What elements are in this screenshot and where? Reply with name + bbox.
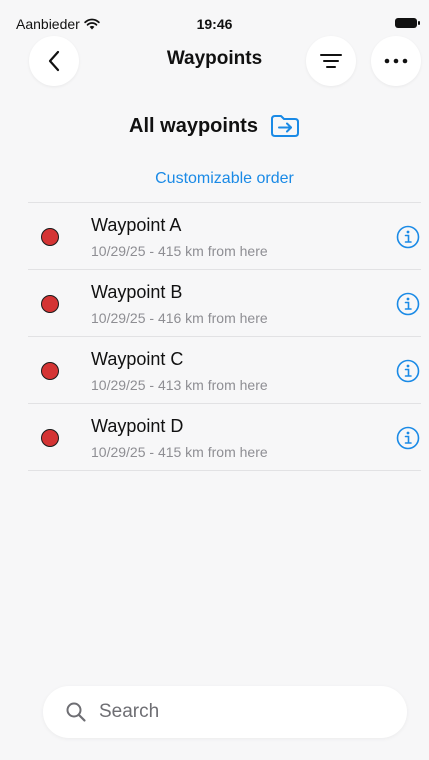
waypoint-name: Waypoint B	[91, 282, 183, 302]
clock: 19:46	[196, 16, 233, 32]
waypoint-subtitle: 10/29/25 - 413 km from here	[91, 377, 268, 393]
waypoint-marker-icon	[41, 295, 59, 313]
folder-arrow-icon[interactable]	[270, 114, 300, 138]
list-item[interactable]: Waypoint A 10/29/25 - 415 km from here	[28, 203, 421, 270]
waypoint-subtitle: 10/29/25 - 415 km from here	[91, 444, 268, 460]
search-input[interactable]	[97, 700, 401, 724]
waypoint-subtitle: 10/29/25 - 415 km from here	[91, 243, 268, 259]
info-icon[interactable]	[396, 292, 420, 316]
battery-icon	[395, 18, 420, 28]
waypoint-marker-icon	[41, 429, 59, 447]
more-button[interactable]	[371, 36, 421, 86]
search-icon	[66, 702, 86, 722]
info-icon[interactable]	[396, 225, 420, 249]
section-title: All waypoints	[129, 114, 258, 137]
info-icon[interactable]	[396, 359, 420, 383]
ellipsis-icon	[384, 58, 408, 64]
back-button[interactable]	[29, 36, 79, 86]
filter-lines-icon	[320, 54, 342, 68]
waypoint-subtitle: 10/29/25 - 416 km from here	[91, 310, 268, 326]
list-item[interactable]: Waypoint D 10/29/25 - 415 km from here	[28, 404, 421, 471]
filter-button[interactable]	[306, 36, 356, 86]
list-item[interactable]: Waypoint C 10/29/25 - 413 km from here	[28, 337, 421, 404]
waypoint-name: Waypoint C	[91, 349, 184, 369]
waypoint-name: Waypoint A	[91, 215, 182, 235]
list-item[interactable]: Waypoint B 10/29/25 - 416 km from here	[28, 270, 421, 337]
chevron-left-icon	[48, 50, 60, 72]
waypoint-marker-icon	[41, 228, 59, 246]
section-header: All waypoints	[0, 114, 429, 138]
waypoint-name: Waypoint D	[91, 416, 184, 436]
search-bar[interactable]	[43, 686, 407, 738]
waypoint-list: Waypoint A 10/29/25 - 415 km from here W…	[28, 202, 421, 471]
info-icon[interactable]	[396, 426, 420, 450]
status-bar: Aanbieder 19:46	[0, 0, 429, 34]
customizable-order-link[interactable]: Customizable order	[0, 170, 429, 188]
waypoint-marker-icon	[41, 362, 59, 380]
